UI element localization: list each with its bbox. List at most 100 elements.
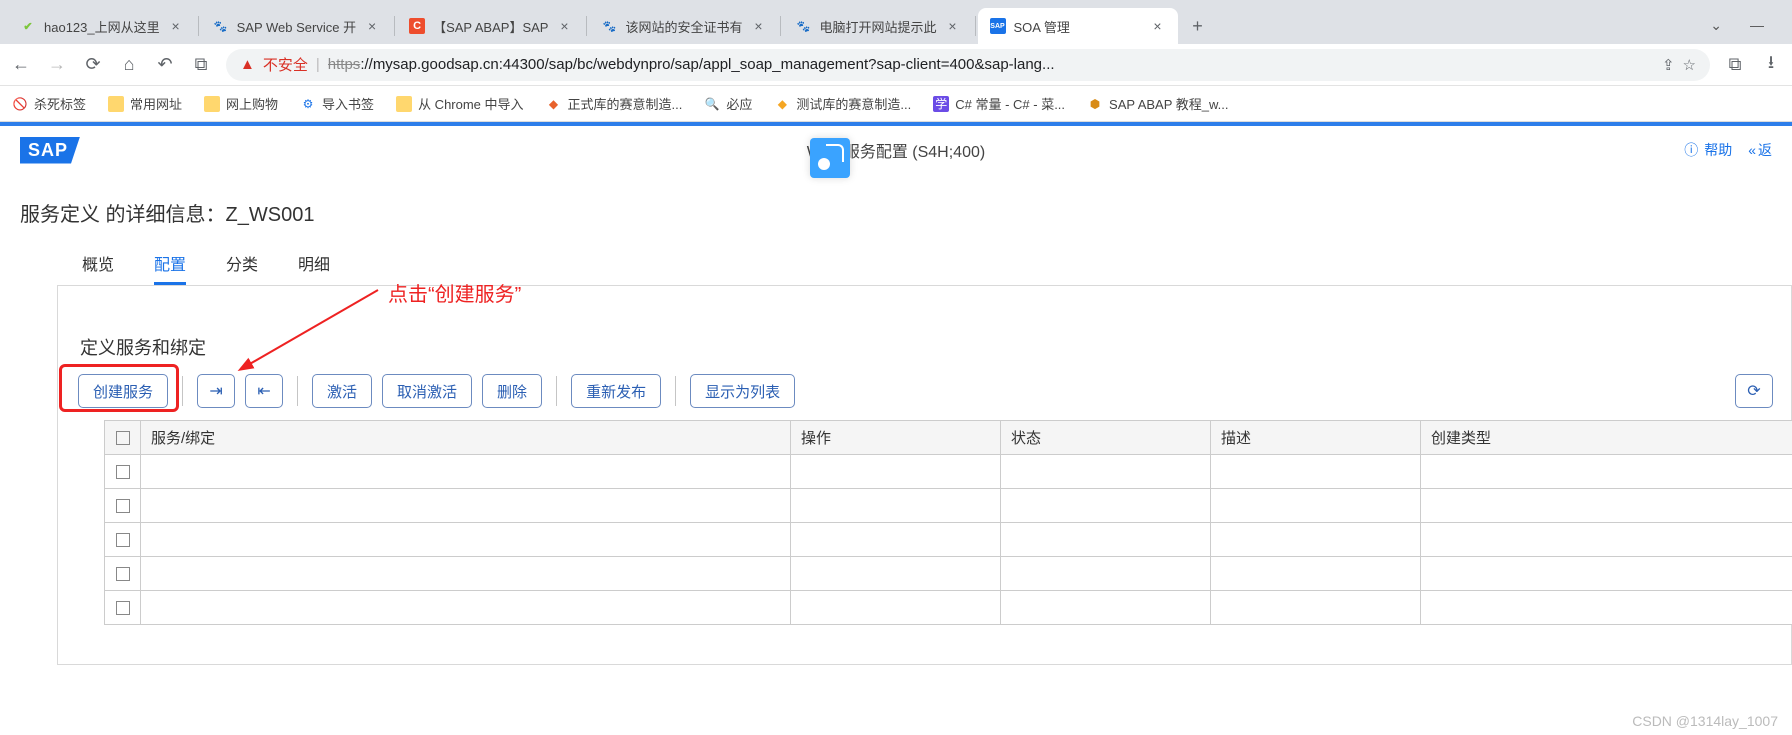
tab-cert-warning[interactable]: 🐾 该网站的安全证书有 × [589, 8, 778, 44]
tab-category[interactable]: 分类 [226, 245, 258, 285]
baidu-icon: 🐾 [795, 18, 811, 34]
tab-label: 电脑打开网站提示此 [819, 17, 936, 36]
tab-label: 该网站的安全证书有 [625, 17, 742, 36]
col-service: 服务/绑定 [141, 421, 791, 455]
tab-label: SOA 管理 [1014, 17, 1142, 36]
gear-icon: ⚙ [300, 96, 316, 112]
bookmark-test[interactable]: ◆测试库的赛意制造... [774, 94, 911, 113]
floating-widget-icon[interactable] [810, 138, 850, 178]
bookmark-import[interactable]: ⚙导入书签 [300, 94, 374, 113]
export-button[interactable]: ⇤ [245, 374, 283, 408]
table-row[interactable] [105, 557, 1792, 591]
undo-icon[interactable]: ↶ [154, 54, 176, 75]
table-row[interactable] [105, 523, 1792, 557]
home-icon[interactable]: ⌂ [118, 54, 140, 75]
close-icon[interactable]: × [1150, 18, 1166, 34]
window-controls: ⌄ — [1690, 17, 1784, 44]
baidu-icon: 🐾 [213, 18, 229, 34]
download-icon[interactable]: ⭳ [1760, 50, 1782, 80]
tab-site-tip[interactable]: 🐾 电脑打开网站提示此 × [783, 8, 972, 44]
hao123-icon: ✔ [20, 18, 36, 34]
col-type: 创建类型 [1421, 421, 1792, 455]
annotation-text: 点击“创建服务” [388, 278, 521, 307]
table-row[interactable] [105, 489, 1792, 523]
tab-sap-abap[interactable]: C 【SAP ABAP】SAP × [397, 8, 584, 44]
tab-hao123[interactable]: ✔ hao123_上网从这里 × [8, 8, 196, 44]
checkbox-icon[interactable] [116, 431, 130, 445]
create-service-button[interactable]: 创建服务 [78, 374, 168, 408]
tab-soa-management[interactable]: SAP SOA 管理 × [978, 8, 1178, 44]
new-tab-button[interactable]: + [1184, 12, 1212, 40]
watermark: CSDN @1314lay_1007 [1632, 713, 1778, 729]
reload-icon[interactable]: ⟳ [82, 54, 104, 75]
select-all-header[interactable] [105, 421, 141, 455]
tab-strip: ✔ hao123_上网从这里 × 🐾 SAP Web Service 开 × C… [0, 0, 1792, 44]
toolbar: 创建服务 ⇥ ⇤ 激活 取消激活 删除 重新发布 显示为列表 ⟳ [78, 374, 1773, 408]
bookmark-prod[interactable]: ◆正式库的赛意制造... [546, 94, 683, 113]
tab-label: SAP Web Service 开 [237, 17, 356, 36]
delete-button[interactable]: 删除 [482, 374, 542, 408]
checkbox-icon[interactable] [116, 499, 130, 513]
bookmark-csharp[interactable]: 学C# 常量 - C# - 菜... [933, 94, 1065, 113]
table-row[interactable] [105, 591, 1792, 625]
tab-detail[interactable]: 明细 [298, 245, 330, 285]
folder-icon [108, 96, 124, 112]
col-action: 操作 [791, 421, 1001, 455]
shield-icon: ◆ [546, 96, 562, 112]
tab-label: hao123_上网从这里 [44, 17, 160, 36]
close-icon[interactable]: × [168, 18, 184, 34]
bookmark-common[interactable]: 常用网址 [108, 94, 182, 113]
table-row[interactable] [105, 455, 1792, 489]
republish-button[interactable]: 重新发布 [571, 374, 661, 408]
detail-tabs: 概览 配置 分类 明细 [14, 245, 1792, 286]
back-icon[interactable]: ← [10, 54, 32, 75]
shield-icon: ◆ [774, 96, 790, 112]
show-as-list-button[interactable]: 显示为列表 [690, 374, 795, 408]
tab-config[interactable]: 配置 [154, 245, 186, 285]
checkbox-icon[interactable] [116, 465, 130, 479]
activate-button[interactable]: 激活 [312, 374, 372, 408]
back-link[interactable]: «返 [1748, 140, 1772, 160]
url-text: https://mysap.goodsap.cn:44300/sap/bc/we… [328, 56, 1654, 73]
translate-icon[interactable]: ⧉ [1724, 54, 1746, 75]
bookmark-bing[interactable]: 🔍必应 [704, 94, 752, 113]
close-icon[interactable]: × [364, 18, 380, 34]
checkbox-icon[interactable] [116, 567, 130, 581]
checkbox-icon[interactable] [116, 533, 130, 547]
close-icon[interactable]: × [556, 18, 572, 34]
chevron-left-icon: « [1748, 142, 1756, 158]
block-icon: 🚫 [12, 96, 28, 112]
url-field[interactable]: ▲ 不安全 | https://mysap.goodsap.cn:44300/s… [226, 49, 1710, 81]
deactivate-button[interactable]: 取消激活 [382, 374, 472, 408]
tab-overview[interactable]: 概览 [82, 245, 114, 285]
forward-icon: → [46, 54, 68, 75]
bookmark-chrome-import[interactable]: 从 Chrome 中导入 [396, 94, 523, 113]
sap-header: SAP Web 服务配置 (S4H;400) ⓘ帮助 «返 [0, 126, 1792, 174]
close-icon[interactable]: × [945, 18, 961, 34]
import-button[interactable]: ⇥ [197, 374, 235, 408]
search-icon: 🔍 [704, 96, 720, 112]
col-status: 状态 [1001, 421, 1211, 455]
config-panel: 点击“创建服务” 定义服务和绑定 创建服务 ⇥ ⇤ 激活 取消激活 删除 重新发… [57, 285, 1792, 665]
address-bar: ← → ⟳ ⌂ ↶ ⧉ ▲ 不安全 | https://mysap.goodsa… [0, 44, 1792, 86]
tabs-icon[interactable]: ⧉ [190, 54, 212, 75]
chevron-down-icon[interactable]: ⌄ [1710, 17, 1722, 34]
security-label: 不安全 [263, 54, 308, 75]
tab-sap-web-service[interactable]: 🐾 SAP Web Service 开 × [201, 8, 392, 44]
hex-icon: ⬢ [1087, 96, 1103, 112]
tab-label: 【SAP ABAP】SAP [433, 17, 548, 36]
checkbox-icon[interactable] [116, 601, 130, 615]
minimize-icon[interactable]: — [1750, 17, 1764, 34]
star-icon[interactable]: ☆ [1683, 56, 1696, 74]
book-icon: 学 [933, 96, 949, 112]
help-link[interactable]: ⓘ帮助 [1684, 140, 1732, 160]
refresh-button[interactable]: ⟳ [1735, 374, 1773, 408]
bookmark-shopping[interactable]: 网上购物 [204, 94, 278, 113]
bookmark-kill-tab[interactable]: 🚫杀死标签 [12, 94, 86, 113]
bookmark-sap-abap[interactable]: ⬢SAP ABAP 教程_w... [1087, 94, 1228, 113]
folder-icon [204, 96, 220, 112]
share-icon[interactable]: ⇪ [1662, 56, 1675, 74]
section-title: 定义服务和绑定 [80, 334, 1773, 360]
help-icon: ⓘ [1684, 140, 1698, 160]
close-icon[interactable]: × [750, 18, 766, 34]
